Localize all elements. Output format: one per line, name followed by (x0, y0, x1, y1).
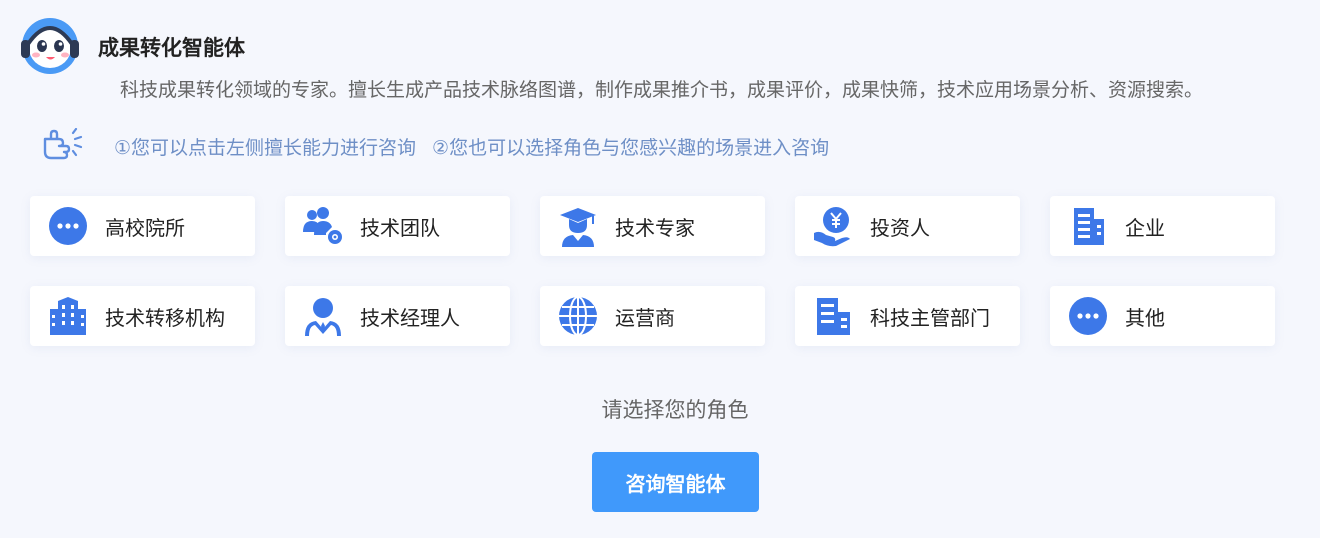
agent-title: 成果转化智能体 (98, 36, 245, 60)
institution-icon (47, 295, 89, 337)
graduate-icon (557, 205, 599, 247)
role-card-operator[interactable]: 运营商 (540, 286, 765, 346)
role-card-tech-team[interactable]: 技术团队 (285, 196, 510, 256)
role-label: 技术经理人 (360, 305, 460, 330)
pointing-hand-icon (43, 128, 83, 160)
investor-icon (812, 205, 854, 247)
consult-agent-button[interactable]: 咨询智能体 (592, 452, 759, 512)
role-grid: 高校院所 技术团队 技术专家 投资人 企业 技术转移机构 技术经理人 运营商 科… (30, 196, 1275, 346)
more-circle-icon (1067, 295, 1109, 337)
role-label: 企业 (1125, 215, 1165, 240)
hint-left-panel: ①您可以点击左侧擅长能力进行咨询 (114, 137, 417, 159)
role-card-enterprise[interactable]: 企业 (1050, 196, 1275, 256)
hint-text: ①您可以点击左侧擅长能力进行咨询 ②您也可以选择角色与您感兴趣的场景进入咨询 (114, 133, 829, 160)
hint-select-role: ②您也可以选择角色与您感兴趣的场景进入咨询 (432, 137, 830, 159)
role-card-university[interactable]: 高校院所 (30, 196, 255, 256)
role-label: 科技主管部门 (870, 305, 990, 330)
more-circle-icon (47, 205, 89, 247)
building-icon (1067, 205, 1109, 247)
role-label: 技术专家 (615, 215, 695, 240)
role-card-investor[interactable]: 投资人 (795, 196, 1020, 256)
role-label: 其他 (1125, 305, 1165, 330)
role-label: 投资人 (870, 215, 930, 240)
agent-avatar (21, 18, 79, 74)
role-label: 技术转移机构 (105, 305, 225, 330)
role-card-tech-manager[interactable]: 技术经理人 (285, 286, 510, 346)
globe-icon (557, 295, 599, 337)
select-role-prompt: 请选择您的角色 (601, 398, 749, 422)
role-label: 运营商 (615, 305, 675, 330)
role-label: 技术团队 (360, 215, 440, 240)
department-icon (812, 295, 854, 337)
role-card-authority[interactable]: 科技主管部门 (795, 286, 1020, 346)
role-label: 高校院所 (105, 215, 185, 240)
role-card-other[interactable]: 其他 (1050, 286, 1275, 346)
manager-icon (302, 295, 344, 337)
agent-description: 科技成果转化领域的专家。擅长生成产品技术脉络图谱，制作成果推介书，成果评价，成果… (120, 79, 1204, 101)
role-card-tech-expert[interactable]: 技术专家 (540, 196, 765, 256)
team-icon (302, 205, 344, 247)
role-card-transfer-institution[interactable]: 技术转移机构 (30, 286, 255, 346)
